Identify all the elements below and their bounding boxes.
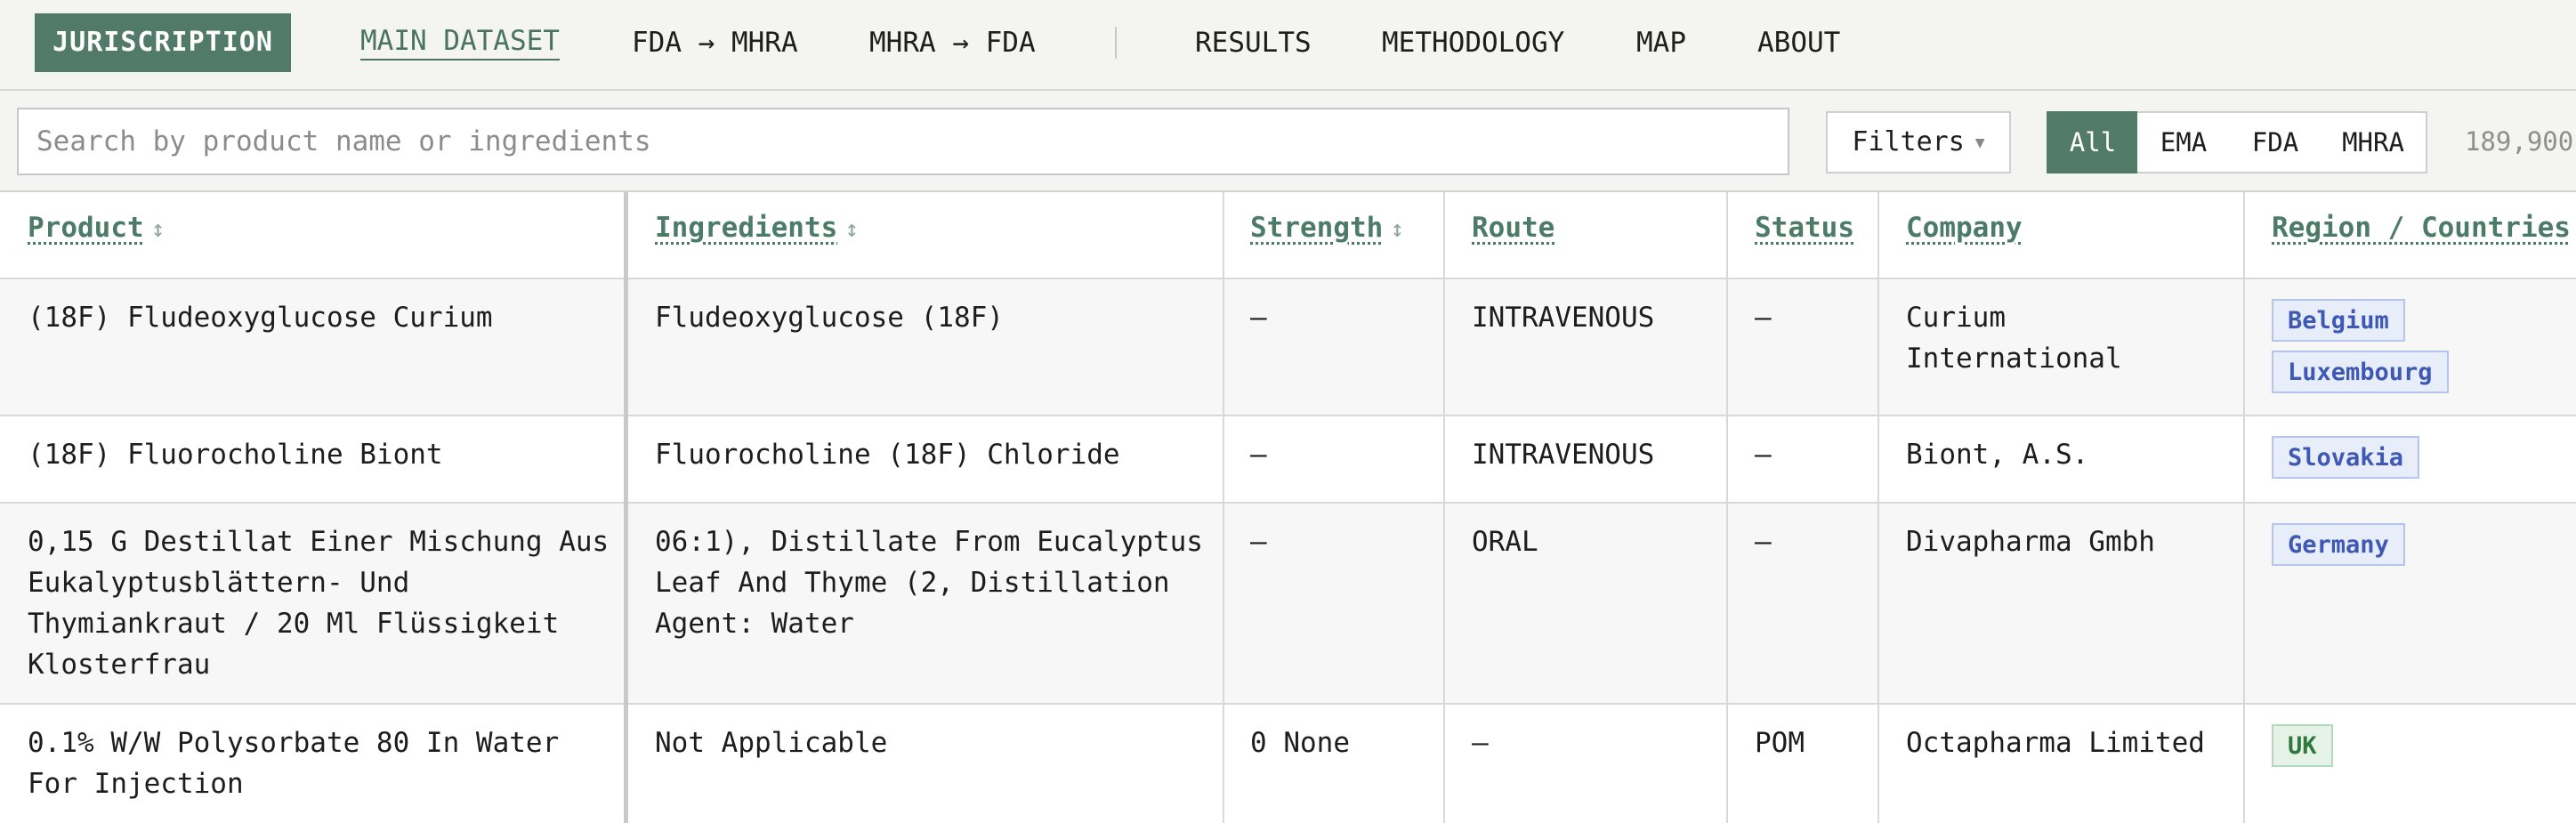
column-header-label: Ingredients: [655, 212, 838, 244]
region-cell: Germany: [2272, 523, 2405, 575]
column-header-strength[interactable]: Strength ↕: [1250, 212, 1404, 244]
segment-fda[interactable]: FDA: [2230, 111, 2322, 173]
region-badge[interactable]: Germany: [2272, 523, 2405, 566]
column-header-label: Strength: [1250, 212, 1384, 244]
nav-mhra-to-fda[interactable]: MHRA → FDA: [869, 23, 1036, 62]
company-cell: Divapharma Gmbh: [1906, 526, 2155, 558]
status-cell: —: [1755, 526, 1772, 558]
nav-map[interactable]: MAP: [1636, 23, 1686, 62]
filters-dropdown[interactable]: Filters ▼: [1826, 111, 2011, 173]
column-header-route[interactable]: Route: [1472, 212, 1554, 244]
company-cell: Curium International: [1906, 302, 2122, 375]
column-divider: [624, 192, 628, 823]
table-row[interactable]: 0.1% W/W Polysorbate 80 In Water For Inj…: [0, 705, 2576, 823]
column-header-label: Product: [28, 212, 144, 244]
nav-main-dataset[interactable]: MAIN DATASET: [360, 23, 560, 61]
product-cell: 0,15 G Destillat Einer Mischung Aus Euka…: [28, 526, 610, 681]
route-cell: —: [1472, 727, 1489, 759]
nav-about[interactable]: ABOUT: [1757, 23, 1840, 62]
region-badge[interactable]: Belgium: [2272, 299, 2405, 342]
company-cell: Octapharma Limited: [1906, 727, 2205, 759]
column-header-product[interactable]: Product ↕: [28, 212, 165, 244]
product-cell: (18F) Fluorocholine Biont: [28, 439, 443, 471]
region-badge[interactable]: Slovakia: [2272, 436, 2420, 479]
region-cell: Belgium Luxembourg: [2272, 299, 2449, 402]
column-header-company[interactable]: Company: [1906, 212, 2023, 244]
region-cell: Slovakia: [2272, 436, 2420, 488]
filters-label: Filters: [1852, 126, 1965, 157]
product-cell: 0.1% W/W Polysorbate 80 In Water For Inj…: [28, 727, 560, 800]
column-divider: [2243, 192, 2245, 823]
column-divider: [1223, 192, 1224, 823]
nav-methodology[interactable]: METHODOLOGY: [1382, 23, 1564, 62]
region-badge[interactable]: Luxembourg: [2272, 351, 2449, 393]
strength-cell: —: [1250, 302, 1267, 334]
segment-ema[interactable]: EMA: [2137, 111, 2232, 173]
column-header-ingredients[interactable]: Ingredients ↕: [655, 212, 859, 244]
table-header: Product ↕ Ingredients ↕ Strength ↕ Route St…: [0, 192, 2576, 279]
column-header-region[interactable]: Region / Countries: [2272, 212, 2571, 244]
nav-divider: [1115, 27, 1117, 59]
table-row[interactable]: (18F) Fludeoxyglucose Curium Fludeoxygluc…: [0, 279, 2576, 416]
search-input[interactable]: [17, 108, 1789, 175]
status-cell: —: [1755, 302, 1772, 334]
strength-cell: —: [1250, 526, 1267, 558]
sort-icon: ↕: [844, 216, 859, 243]
company-cell: Biont, A.S.: [1906, 439, 2089, 471]
strength-cell: 0 None: [1250, 727, 1350, 759]
column-header-status[interactable]: Status: [1755, 212, 1854, 244]
route-cell: INTRAVENOUS: [1472, 439, 1655, 471]
sort-icon: ↕: [150, 216, 166, 243]
nav-fda-to-mhra[interactable]: FDA → MHRA: [632, 23, 798, 62]
search-toolbar: Filters ▼ All EMA FDA MHRA 189,900: [0, 91, 2576, 192]
column-divider: [1726, 192, 1728, 823]
segment-all[interactable]: All: [2047, 111, 2139, 173]
caret-down-icon: ▼: [1974, 133, 1985, 152]
top-nav: JURISCRIPTION MAIN DATASET FDA → MHRA MH…: [0, 0, 2576, 91]
product-cell: (18F) Fludeoxyglucose Curium: [28, 302, 493, 334]
strength-cell: —: [1250, 439, 1267, 471]
column-divider: [1443, 192, 1445, 823]
segment-mhra[interactable]: MHRA: [2321, 111, 2427, 173]
status-cell: —: [1755, 439, 1772, 471]
route-cell: INTRAVENOUS: [1472, 302, 1655, 334]
table-row[interactable]: (18F) Fluorocholine Biont Fluorocholine (…: [0, 416, 2576, 504]
column-divider: [1877, 192, 1879, 823]
brand-button[interactable]: JURISCRIPTION: [35, 13, 291, 72]
results-table: Product ↕ Ingredients ↕ Strength ↕ Route St…: [0, 192, 2576, 823]
sort-icon: ↕: [1390, 216, 1404, 243]
table-row[interactable]: 0,15 G Destillat Einer Mischung Aus Euka…: [0, 504, 2576, 705]
region-cell: UK: [2272, 724, 2333, 776]
route-cell: ORAL: [1472, 526, 1538, 558]
result-count: 189,900: [2465, 126, 2574, 157]
region-badge[interactable]: UK: [2272, 724, 2333, 767]
status-cell: POM: [1755, 727, 1805, 759]
ingredients-cell: Fluorocholine (18F) Chloride: [655, 439, 1120, 471]
ingredients-cell: Not Applicable: [655, 727, 888, 759]
ingredients-cell: Fludeoxyglucose (18F): [655, 302, 1004, 334]
nav-results[interactable]: RESULTS: [1195, 23, 1312, 62]
ingredients-cell: 06:1), Distillate From Eucalyptus Leaf A…: [655, 526, 1203, 640]
